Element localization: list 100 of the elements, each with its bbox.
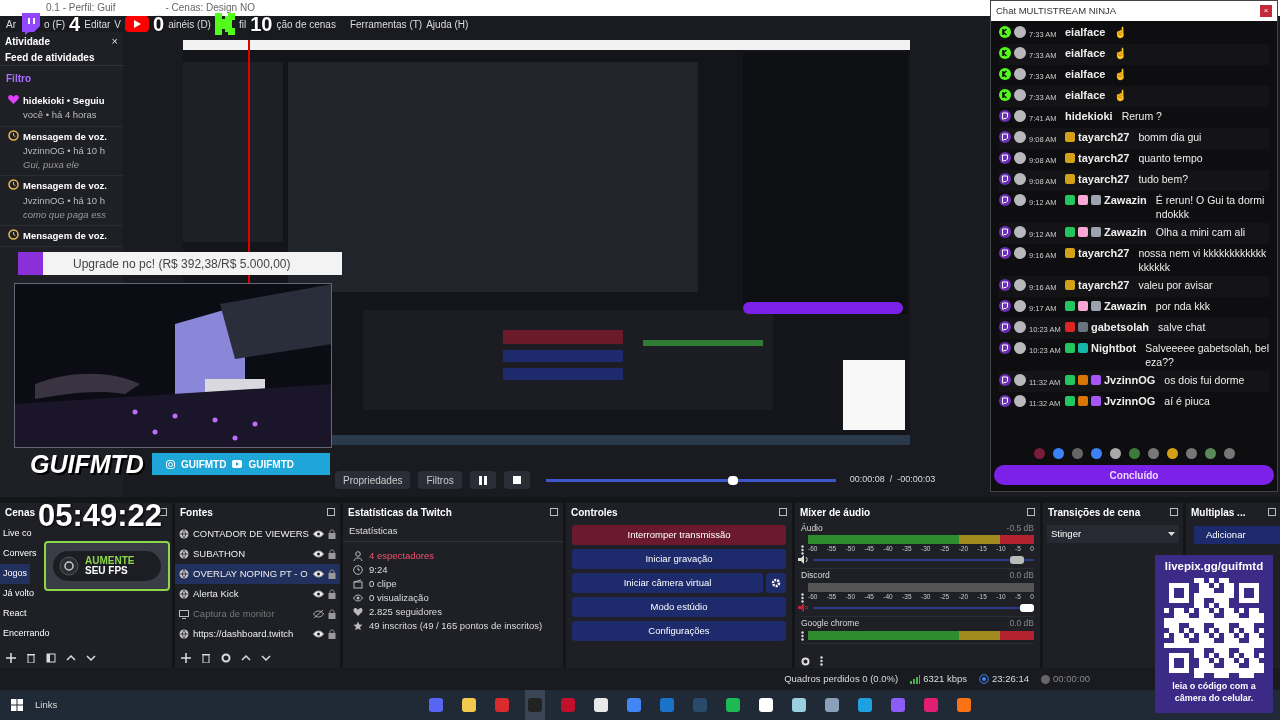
windows-icon[interactable] — [11, 699, 23, 711]
hidden-eye-icon[interactable] — [313, 610, 324, 618]
toolbar-icon[interactable] — [1128, 447, 1140, 459]
source-item[interactable]: SUBATHON — [175, 544, 340, 564]
volume-slider[interactable] — [813, 603, 1034, 612]
volume-handle[interactable] — [1009, 555, 1024, 564]
source-item[interactable]: Captura de monitor — [175, 604, 340, 624]
eye-icon[interactable] — [313, 570, 324, 578]
control-button[interactable]: Iniciar câmera virtual — [572, 573, 763, 593]
source-name: CONTADOR DE VIEWERS — [193, 526, 309, 541]
menu-item[interactable]: Ar — [6, 16, 16, 32]
source-item[interactable]: Alerta Kick — [175, 584, 340, 604]
taskbar-link[interactable]: Links — [35, 697, 58, 713]
menu-item[interactable]: Ferramentas (T) — [349, 16, 423, 32]
eye-icon[interactable] — [313, 590, 324, 598]
stop-button[interactable] — [503, 471, 530, 489]
app-icon[interactable] — [759, 698, 774, 712]
chat-message: salve chat — [1158, 320, 1206, 334]
trash-icon[interactable] — [26, 653, 36, 663]
eye-icon[interactable] — [313, 630, 324, 638]
avatar — [1014, 300, 1026, 312]
control-button[interactable]: Interromper transmissão — [572, 525, 786, 545]
menu-item[interactable]: fil — [238, 16, 247, 32]
up-icon[interactable] — [241, 653, 251, 663]
plus-icon[interactable] — [6, 653, 16, 663]
menu-item[interactable]: ção de cenas — [276, 16, 336, 32]
scene-item[interactable]: React — [0, 604, 30, 624]
lock-icon[interactable] — [328, 609, 336, 619]
plus-icon[interactable] — [181, 653, 191, 663]
toolbar-icon[interactable] — [1204, 447, 1216, 459]
app-icon[interactable] — [792, 698, 807, 712]
app-icon[interactable] — [594, 698, 609, 712]
filter-icon[interactable] — [46, 653, 56, 663]
eye-icon[interactable] — [313, 550, 324, 558]
chat-username: Zawazin — [1104, 299, 1147, 313]
lock-icon[interactable] — [328, 589, 336, 599]
undock-icon — [327, 508, 335, 516]
control-button[interactable]: Configurações — [572, 621, 786, 641]
toolbar-icon[interactable] — [1147, 447, 1159, 459]
source-item[interactable]: OVERLAY NOPING PT - O — [175, 564, 340, 584]
scene-item[interactable]: Live co — [0, 524, 35, 544]
down-icon[interactable] — [261, 653, 271, 663]
menu-item[interactable]: o (F) — [44, 16, 66, 32]
scene-item[interactable]: Já volto — [0, 584, 38, 604]
trash-icon[interactable] — [201, 653, 211, 663]
more-icon[interactable] — [820, 656, 823, 666]
toolbar-icon[interactable] — [1090, 447, 1102, 459]
settings-button[interactable] — [766, 573, 786, 593]
menu-item[interactable]: ainéis (D) — [168, 16, 211, 32]
lock-icon[interactable] — [328, 569, 336, 579]
more-icon[interactable] — [801, 593, 804, 604]
record-icon — [1041, 674, 1050, 684]
scene-item[interactable]: Jogos — [0, 564, 31, 584]
source-item[interactable]: CONTADOR DE VIEWERS — [175, 524, 340, 544]
volume-handle[interactable] — [1020, 603, 1034, 612]
filters-button[interactable]: Filtros — [418, 471, 462, 489]
gear-icon[interactable] — [221, 653, 231, 663]
add-button[interactable]: Adicionar — [1194, 526, 1280, 544]
chat-bubble-icon — [999, 110, 1011, 122]
scene-item[interactable]: Encerrando — [0, 624, 53, 644]
source-item[interactable]: https://dashboard.twitch — [175, 624, 340, 644]
avatar — [1014, 68, 1026, 80]
chat-username: eialface — [1065, 25, 1106, 39]
up-icon[interactable] — [66, 653, 76, 663]
control-button[interactable]: Modo estúdio — [572, 597, 786, 617]
lock-icon[interactable] — [328, 629, 336, 639]
toolbar-icon[interactable] — [1223, 447, 1235, 459]
toolbar-icon[interactable] — [1052, 447, 1064, 459]
more-icon[interactable] — [801, 545, 804, 556]
menu-item[interactable]: V — [114, 16, 122, 32]
menu-item[interactable]: Editar — [84, 16, 111, 32]
window-title: Chat MULTISTREAM NINJA — [996, 3, 1117, 18]
playback-time: 00:00:08 / -00:00:03 — [849, 473, 936, 487]
seek-handle[interactable] — [728, 475, 739, 485]
transition-dropdown[interactable]: Stinger — [1047, 525, 1179, 543]
down-icon[interactable] — [86, 653, 96, 663]
close-button[interactable]: × — [1260, 5, 1272, 17]
more-icon[interactable] — [801, 630, 804, 641]
toolbar-icon[interactable] — [1109, 447, 1121, 459]
app-icon[interactable] — [462, 698, 477, 712]
toolbar-icon[interactable] — [1166, 447, 1178, 459]
gear-icon[interactable] — [801, 656, 810, 666]
done-button[interactable]: Concluído — [994, 465, 1274, 485]
volume-slider[interactable] — [813, 555, 1034, 564]
speaker-icon[interactable] — [798, 555, 809, 565]
seek-bar[interactable] — [545, 478, 836, 482]
lock-icon[interactable] — [328, 529, 336, 539]
filter-link[interactable]: Filtro — [0, 66, 123, 91]
app-icon[interactable] — [726, 698, 741, 712]
lock-icon[interactable] — [328, 549, 336, 559]
eye-icon[interactable] — [313, 530, 324, 538]
chat-username: JvzinnOG — [1104, 373, 1156, 387]
scene-item[interactable]: Convers — [0, 544, 40, 564]
close-button[interactable]: × — [111, 32, 118, 50]
toolbar-icon[interactable] — [1185, 447, 1197, 459]
control-button[interactable]: Iniciar gravação — [572, 549, 786, 569]
properties-button[interactable]: Propriedades — [335, 471, 411, 489]
gear-icon — [771, 578, 781, 588]
pause-button[interactable] — [469, 471, 496, 489]
menu-item[interactable]: Ajuda (H) — [426, 16, 469, 32]
